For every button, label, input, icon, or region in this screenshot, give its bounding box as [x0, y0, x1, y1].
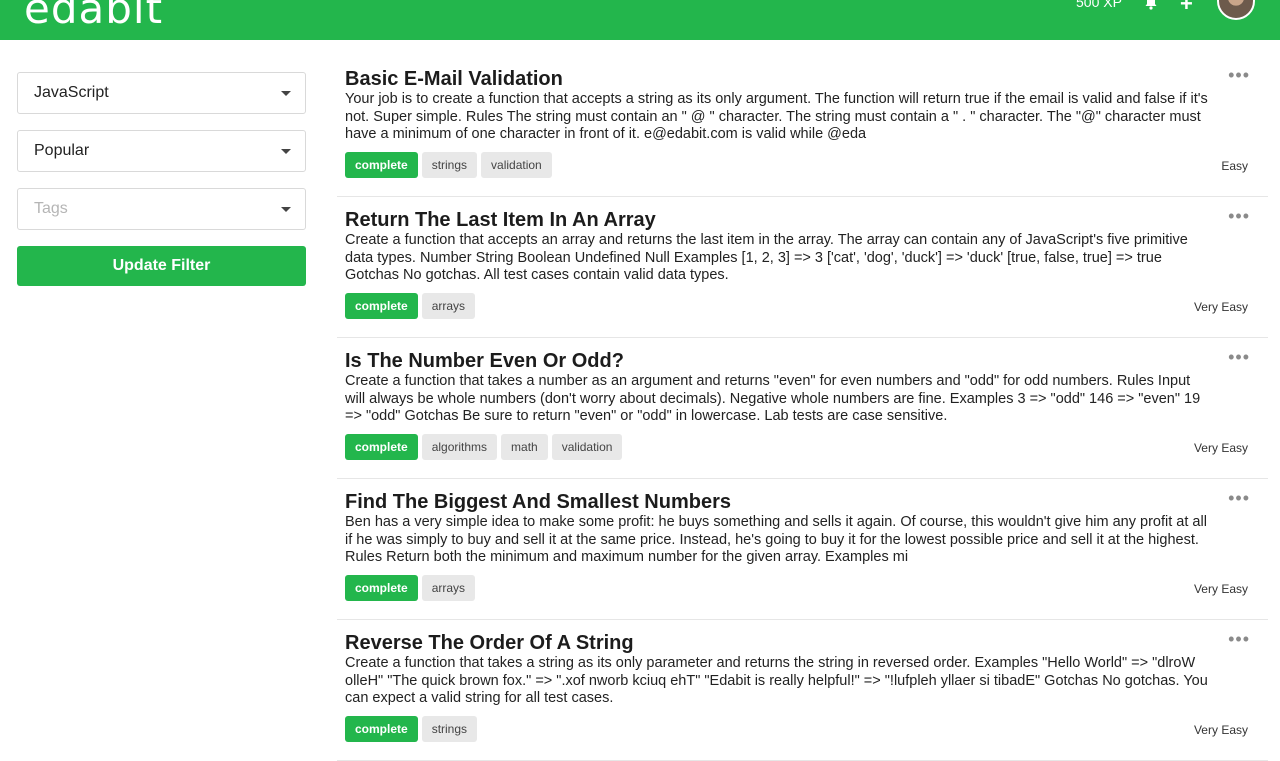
status-badge: complete: [345, 434, 418, 460]
sort-select[interactable]: Popular: [17, 130, 306, 172]
tags-select[interactable]: Tags: [17, 188, 306, 230]
caret-down-icon: [281, 149, 291, 154]
challenge-description: Create a function that takes a string as…: [345, 655, 1208, 707]
difficulty-label: Very Easy: [1193, 723, 1248, 737]
difficulty-label: Very Easy: [1193, 300, 1248, 314]
language-select[interactable]: JavaScript: [17, 72, 306, 114]
plus-icon[interactable]: +: [1180, 0, 1193, 17]
tag[interactable]: arrays: [421, 575, 476, 601]
language-select-value: JavaScript: [34, 84, 109, 101]
tag-list: complete arrays: [345, 575, 1260, 601]
challenge-title[interactable]: Return The Last Item In An Array: [345, 209, 1260, 231]
edabit-logo[interactable]: edabit: [24, 0, 163, 33]
tag[interactable]: algorithms: [421, 434, 498, 460]
challenge-description: Create a function that takes a number as…: [345, 373, 1201, 425]
tags-select-placeholder: Tags: [34, 200, 68, 217]
challenge-title[interactable]: Is The Number Even Or Odd?: [345, 350, 1260, 372]
tag-list: complete algorithms math validation: [345, 434, 1260, 460]
tag-list: complete strings validation: [345, 152, 1260, 178]
tag[interactable]: validation: [481, 152, 552, 178]
challenge-title[interactable]: Reverse The Order Of A String: [345, 632, 1260, 654]
difficulty-label: Very Easy: [1193, 582, 1248, 596]
challenge-card[interactable]: Return The Last Item In An Array Create …: [337, 197, 1268, 338]
tag[interactable]: validation: [551, 434, 623, 460]
challenge-card[interactable]: Is The Number Even Or Odd? Create a func…: [337, 338, 1268, 479]
difficulty-label: Very Easy: [1193, 441, 1248, 455]
more-options-icon[interactable]: •••: [1228, 66, 1250, 84]
update-filter-button[interactable]: Update Filter: [17, 246, 306, 286]
challenge-title[interactable]: Basic E-Mail Validation: [345, 68, 1260, 90]
more-options-icon[interactable]: •••: [1228, 489, 1250, 507]
status-badge: complete: [345, 293, 418, 319]
status-badge: complete: [345, 152, 418, 178]
status-badge: complete: [345, 575, 418, 601]
difficulty-label: Easy: [1221, 159, 1248, 173]
more-options-icon[interactable]: •••: [1228, 207, 1250, 225]
avatar[interactable]: [1217, 0, 1255, 20]
filter-sidebar: JavaScript Popular Tags Update Filter: [17, 72, 306, 286]
tag[interactable]: math: [501, 434, 548, 460]
caret-down-icon: [281, 91, 291, 96]
challenge-description: Ben has a very simple idea to make some …: [345, 514, 1207, 566]
bell-icon[interactable]: [1143, 0, 1159, 10]
challenge-card[interactable]: Reverse The Order Of A String Create a f…: [337, 620, 1268, 761]
challenge-description: Your job is to create a function that ac…: [345, 91, 1208, 143]
challenge-card[interactable]: Basic E-Mail Validation Your job is to c…: [337, 56, 1268, 197]
more-options-icon[interactable]: •••: [1228, 348, 1250, 366]
caret-down-icon: [281, 207, 291, 212]
challenge-description: Create a function that accepts an array …: [345, 232, 1188, 284]
top-navbar: edabit 500 XP +: [0, 0, 1280, 40]
sort-select-value: Popular: [34, 142, 90, 159]
tag-list: complete arrays: [345, 293, 1260, 319]
challenge-title[interactable]: Find The Biggest And Smallest Numbers: [345, 491, 1260, 513]
challenge-list: Basic E-Mail Validation Your job is to c…: [337, 56, 1268, 761]
more-options-icon[interactable]: •••: [1228, 630, 1250, 648]
tag[interactable]: strings: [421, 152, 478, 178]
xp-counter[interactable]: 500 XP: [1076, 0, 1122, 10]
tag[interactable]: arrays: [421, 293, 476, 319]
challenge-card[interactable]: Find The Biggest And Smallest Numbers Be…: [337, 479, 1268, 620]
